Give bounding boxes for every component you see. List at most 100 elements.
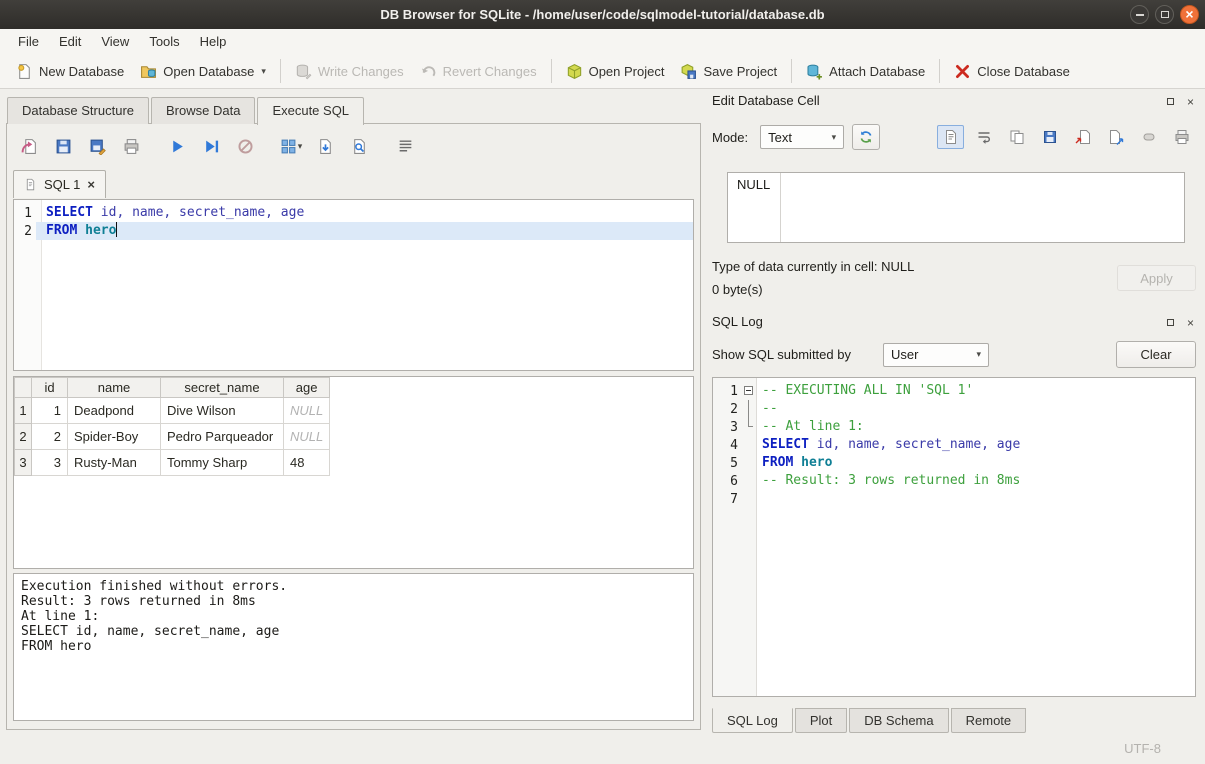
cell-secret-name[interactable]: Tommy Sharp [161, 450, 284, 476]
tab-database-structure[interactable]: Database Structure [7, 97, 149, 124]
log-filter-label: Show SQL submitted by [712, 347, 851, 362]
table-row[interactable]: 3 3 Rusty-Man Tommy Sharp 48 [15, 450, 330, 476]
menu-tools[interactable]: Tools [139, 30, 189, 53]
column-header-name[interactable]: name [68, 378, 161, 398]
open-project-button[interactable]: Open Project [558, 58, 673, 85]
tab-remote[interactable]: Remote [951, 708, 1027, 733]
sql-log-dock-buttons: × [1164, 316, 1197, 329]
titlebar[interactable]: DB Browser for SQLite - /home/user/code/… [0, 0, 1205, 29]
column-header-id[interactable]: id [32, 378, 68, 398]
execute-current-line-button[interactable] [201, 136, 221, 156]
log-filter-value: User [891, 347, 918, 362]
row-number[interactable]: 1 [15, 398, 32, 424]
results-grid-container: id name secret_name age 1 1 Deadpond Div… [13, 376, 694, 569]
table-row[interactable]: 1 1 Deadpond Dive Wilson NULL [15, 398, 330, 424]
export-results-dropdown-icon[interactable]: ▾ [298, 141, 303, 152]
sql-log-viewer[interactable]: 1 -- EXECUTING ALL IN 'SQL 1' 2 -- 3 -- … [712, 377, 1196, 697]
line-number: 4 [713, 438, 741, 453]
cell-name[interactable]: Deadpond [68, 398, 161, 424]
save-sql-file-button[interactable] [53, 136, 73, 156]
row-number[interactable]: 2 [15, 424, 32, 450]
cell-age[interactable]: 48 [284, 450, 330, 476]
export-results-button[interactable]: ▾ [281, 136, 301, 156]
tab-browse-data[interactable]: Browse Data [151, 97, 255, 124]
cell-age[interactable]: NULL [284, 398, 330, 424]
close-dock-button[interactable]: × [1184, 316, 1197, 329]
word-wrap-button[interactable] [970, 125, 997, 149]
copy-cell-button[interactable] [1003, 125, 1030, 149]
maximize-button[interactable] [1155, 5, 1174, 24]
close-dock-button[interactable]: × [1184, 95, 1197, 108]
auto-refresh-button[interactable] [852, 124, 880, 150]
row-number[interactable]: 3 [15, 450, 32, 476]
print-icon [123, 138, 140, 155]
log-line: 6 -- Result: 3 rows returned in 8ms [713, 472, 1195, 490]
open-database-button[interactable]: Open Database ▾ [132, 58, 274, 85]
minimize-button[interactable] [1130, 5, 1149, 24]
cell-editor-content[interactable] [781, 173, 1184, 242]
menu-edit[interactable]: Edit [49, 30, 91, 53]
message-line: Result: 3 rows returned in 8ms [21, 594, 686, 609]
cell-name[interactable]: Rusty-Man [68, 450, 161, 476]
cell-name[interactable]: Spider-Boy [68, 424, 161, 450]
cell-id[interactable]: 2 [32, 424, 68, 450]
open-sql-file-button[interactable] [19, 136, 39, 156]
tab-db-schema[interactable]: DB Schema [849, 708, 948, 733]
fold-margin [741, 400, 757, 418]
save-results-button[interactable] [315, 136, 335, 156]
open-sql-file-icon [21, 138, 38, 155]
execute-all-button[interactable] [167, 136, 187, 156]
column-header-secret-name[interactable]: secret_name [161, 378, 284, 398]
cell-secret-name[interactable]: Pedro Parqueador [161, 424, 284, 450]
new-database-button[interactable]: New Database [8, 58, 132, 85]
clear-log-button[interactable]: Clear [1116, 341, 1196, 368]
float-dock-button[interactable] [1164, 316, 1177, 329]
write-changes-label: Write Changes [318, 64, 404, 79]
sql-editor[interactable]: 1 SELECT id, name, secret_name, age 2 FR… [13, 199, 694, 371]
fold-collapse-icon[interactable] [744, 386, 753, 395]
table-corner[interactable] [15, 378, 32, 398]
set-null-button[interactable] [1135, 125, 1162, 149]
cell-age[interactable]: NULL [284, 424, 330, 450]
cell-id[interactable]: 3 [32, 450, 68, 476]
print-cell-button[interactable] [1168, 125, 1195, 149]
save-sql-file-as-button[interactable] [87, 136, 107, 156]
mode-select[interactable]: Text ▾ [760, 125, 844, 149]
column-header-age[interactable]: age [284, 378, 330, 398]
toolbar-separator [280, 59, 281, 83]
sql-1-tab[interactable]: SQL 1 × [13, 170, 106, 198]
close-sql-tab-icon[interactable]: × [87, 179, 95, 191]
tab-execute-sql[interactable]: Execute SQL [257, 97, 364, 125]
text-mode-button[interactable] [937, 125, 964, 149]
results-table[interactable]: id name secret_name age 1 1 Deadpond Div… [14, 377, 330, 476]
float-dock-button[interactable] [1164, 95, 1177, 108]
save-results-icon [317, 138, 334, 155]
import-cell-button[interactable] [1069, 125, 1096, 149]
format-sql-button[interactable] [395, 136, 415, 156]
save-sql-file-as-icon [89, 138, 106, 155]
save-cell-button[interactable] [1036, 125, 1063, 149]
sql-tab-label: SQL 1 [44, 177, 80, 192]
print-sql-button[interactable] [121, 136, 141, 156]
table-row[interactable]: 2 2 Spider-Boy Pedro Parqueador NULL [15, 424, 330, 450]
close-database-button[interactable]: Close Database [946, 58, 1078, 85]
close-window-button[interactable]: × [1180, 5, 1199, 24]
cell-secret-name[interactable]: Dive Wilson [161, 398, 284, 424]
open-database-dropdown-icon[interactable]: ▾ [261, 66, 266, 77]
save-project-button[interactable]: Save Project [672, 58, 785, 85]
tab-plot[interactable]: Plot [795, 708, 847, 733]
fold-margin[interactable] [741, 382, 757, 400]
log-filter-select[interactable]: User ▾ [883, 343, 989, 367]
edit-cell-toolbar: Mode: Text ▾ [712, 123, 1195, 151]
attach-database-button[interactable]: Attach Database [798, 58, 933, 85]
menu-help[interactable]: Help [190, 30, 237, 53]
menu-file[interactable]: File [8, 30, 49, 53]
tab-sql-log[interactable]: SQL Log [712, 708, 793, 733]
find-replace-button[interactable] [349, 136, 369, 156]
mode-value: Text [768, 130, 792, 145]
export-cell-button[interactable] [1102, 125, 1129, 149]
cell-id[interactable]: 1 [32, 398, 68, 424]
new-database-icon [16, 63, 33, 80]
cell-editor[interactable]: NULL [727, 172, 1185, 243]
menu-view[interactable]: View [91, 30, 139, 53]
